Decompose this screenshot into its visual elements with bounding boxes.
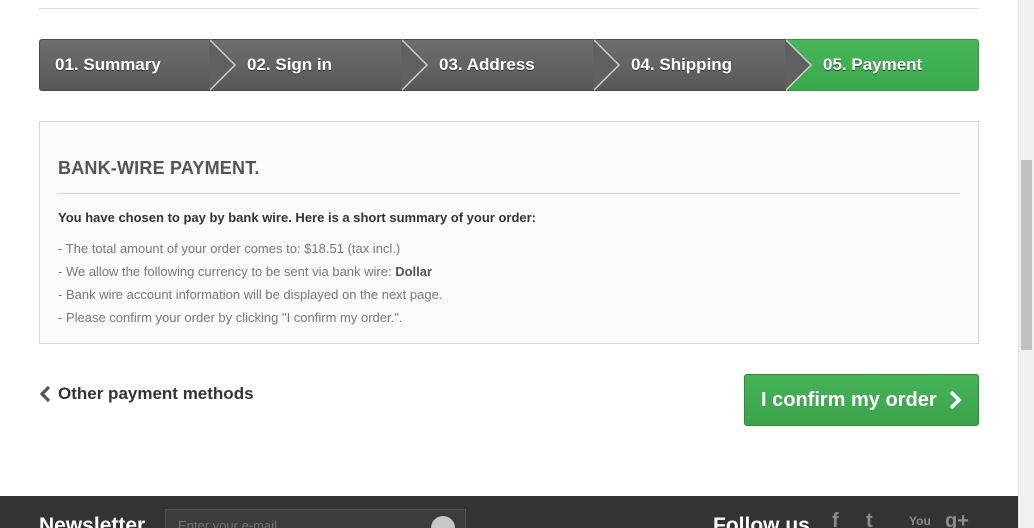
step-payment: 05. Payment [786, 39, 979, 91]
scrollbar-thumb[interactable] [1021, 160, 1032, 350]
list-item-confirm-hint: - Please confirm your order by clicking … [58, 310, 403, 325]
step-arrow [209, 39, 236, 91]
twitter-icon[interactable]: t [866, 510, 873, 528]
youtube-icon[interactable]: You [909, 514, 931, 528]
follow-us-title: Follow us [713, 514, 810, 528]
site-footer: Newsletter Follow us f t You g+ [0, 496, 1018, 528]
box-intro: You have chosen to pay by bank wire. Her… [58, 210, 537, 225]
facebook-icon[interactable]: f [832, 510, 839, 528]
step-label: 01. Summary [55, 55, 161, 74]
step-address[interactable]: 03. Address [402, 39, 620, 91]
google-plus-icon[interactable]: g+ [945, 510, 969, 528]
step-sign-in[interactable]: 02. Sign in [210, 39, 428, 91]
list-item-account-info: - Bank wire account information will be … [58, 287, 443, 302]
box-title: BANK-WIRE PAYMENT. [58, 158, 260, 178]
step-label: 05. Payment [823, 55, 923, 74]
chevron-right-icon [949, 390, 962, 410]
other-payment-methods-link[interactable]: Other payment methods [39, 384, 254, 404]
chevron-left-icon [39, 385, 51, 403]
step-summary[interactable]: 01. Summary [39, 39, 236, 91]
box-divider [58, 193, 960, 194]
order-summary-list: - The total amount of your order comes t… [58, 241, 442, 333]
step-arrow [785, 39, 812, 91]
top-divider [39, 8, 979, 9]
newsletter-email-input[interactable] [165, 509, 466, 528]
bank-wire-box: BANK-WIRE PAYMENT. You have chosen to pa… [39, 121, 979, 344]
step-label: 04. Shipping [631, 55, 733, 74]
step-label: 02. Sign in [247, 55, 333, 74]
newsletter-title: Newsletter [39, 514, 146, 528]
other-methods-label: Other payment methods [58, 384, 254, 403]
confirm-order-button[interactable]: I confirm my order [744, 374, 979, 426]
checkout-steps: 01. Summary 02. Sign in 03. Address 04. … [39, 39, 979, 91]
list-item-currency: - We allow the following currency to be … [58, 264, 442, 287]
step-label: 03. Address [439, 55, 535, 74]
confirm-label: I confirm my order [761, 388, 937, 411]
step-shipping[interactable]: 04. Shipping [594, 39, 812, 91]
step-arrow [401, 39, 428, 91]
page-scrollbar[interactable] [1018, 0, 1034, 528]
step-arrow [593, 39, 620, 91]
checkout-page: 01. Summary 02. Sign in 03. Address 04. … [0, 0, 1034, 528]
currency-text: - We allow the following currency to be … [58, 264, 396, 279]
currency-value: Dollar [395, 264, 433, 279]
list-item-total: - The total amount of your order comes t… [58, 241, 401, 256]
